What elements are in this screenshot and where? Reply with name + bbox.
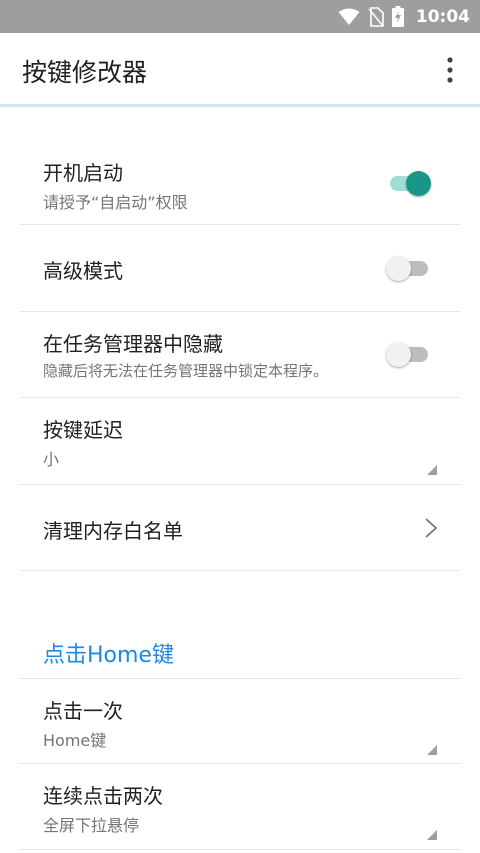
setting-title: 按键延迟	[43, 418, 123, 442]
setting-summary: 请授予“自启动”权限	[43, 193, 188, 212]
setting-value: Home键	[43, 731, 107, 750]
dropdown-indicator-icon	[427, 830, 437, 840]
setting-summary: 隐藏后将无法在任务管理器中锁定本程序。	[43, 362, 329, 380]
setting-advanced-mode[interactable]: 高级模式	[20, 225, 460, 312]
section-header-home: 点击Home键	[43, 643, 174, 668]
setting-boot-start[interactable]: 开机启动 请授予“自启动”权限	[20, 139, 460, 225]
status-bar: 10:04	[0, 0, 480, 33]
hide-in-task-manager-switch[interactable]	[386, 340, 434, 368]
switch-thumb	[386, 256, 411, 281]
status-time: 10:04	[415, 6, 470, 27]
more-options-button[interactable]	[434, 52, 466, 88]
settings-list: 开机启动 请授予“自启动”权限 高级模式 在任务管理器中隐藏 隐藏后将无法在任务…	[0, 107, 480, 853]
switch-thumb	[386, 342, 411, 367]
more-vert-icon[interactable]	[447, 57, 453, 83]
status-icons: 10:04	[338, 0, 470, 33]
boot-start-switch[interactable]	[386, 169, 434, 197]
setting-title: 开机启动	[43, 161, 123, 185]
dropdown-indicator-icon	[427, 745, 437, 755]
setting-title: 清理内存白名单	[43, 519, 183, 543]
setting-key-delay[interactable]: 按键延迟 小	[20, 398, 460, 485]
chevron-right-icon	[425, 518, 438, 538]
setting-home-single-click[interactable]: 点击一次 Home键	[20, 678, 460, 764]
setting-title: 连续点击两次	[43, 784, 163, 808]
battery-charging-icon	[391, 6, 404, 27]
setting-title: 高级模式	[43, 259, 123, 283]
setting-memory-whitelist[interactable]: 清理内存白名单	[20, 485, 460, 571]
setting-value: 小	[43, 450, 60, 469]
app-bar: 按键修改器	[0, 33, 480, 107]
app-title: 按键修改器	[22, 58, 148, 87]
setting-home-double-click[interactable]: 连续点击两次 全屏下拉悬停	[20, 764, 460, 850]
switch-thumb	[406, 171, 431, 196]
advanced-mode-switch[interactable]	[386, 254, 434, 282]
setting-hide-in-task-manager[interactable]: 在任务管理器中隐藏 隐藏后将无法在任务管理器中锁定本程序。	[20, 312, 460, 398]
setting-value: 全屏下拉悬停	[43, 816, 140, 835]
dropdown-indicator-icon	[427, 465, 437, 475]
wifi-icon	[338, 8, 360, 26]
no-sim-icon	[368, 6, 384, 27]
setting-title: 点击一次	[43, 699, 123, 723]
setting-title: 在任务管理器中隐藏	[43, 332, 223, 356]
